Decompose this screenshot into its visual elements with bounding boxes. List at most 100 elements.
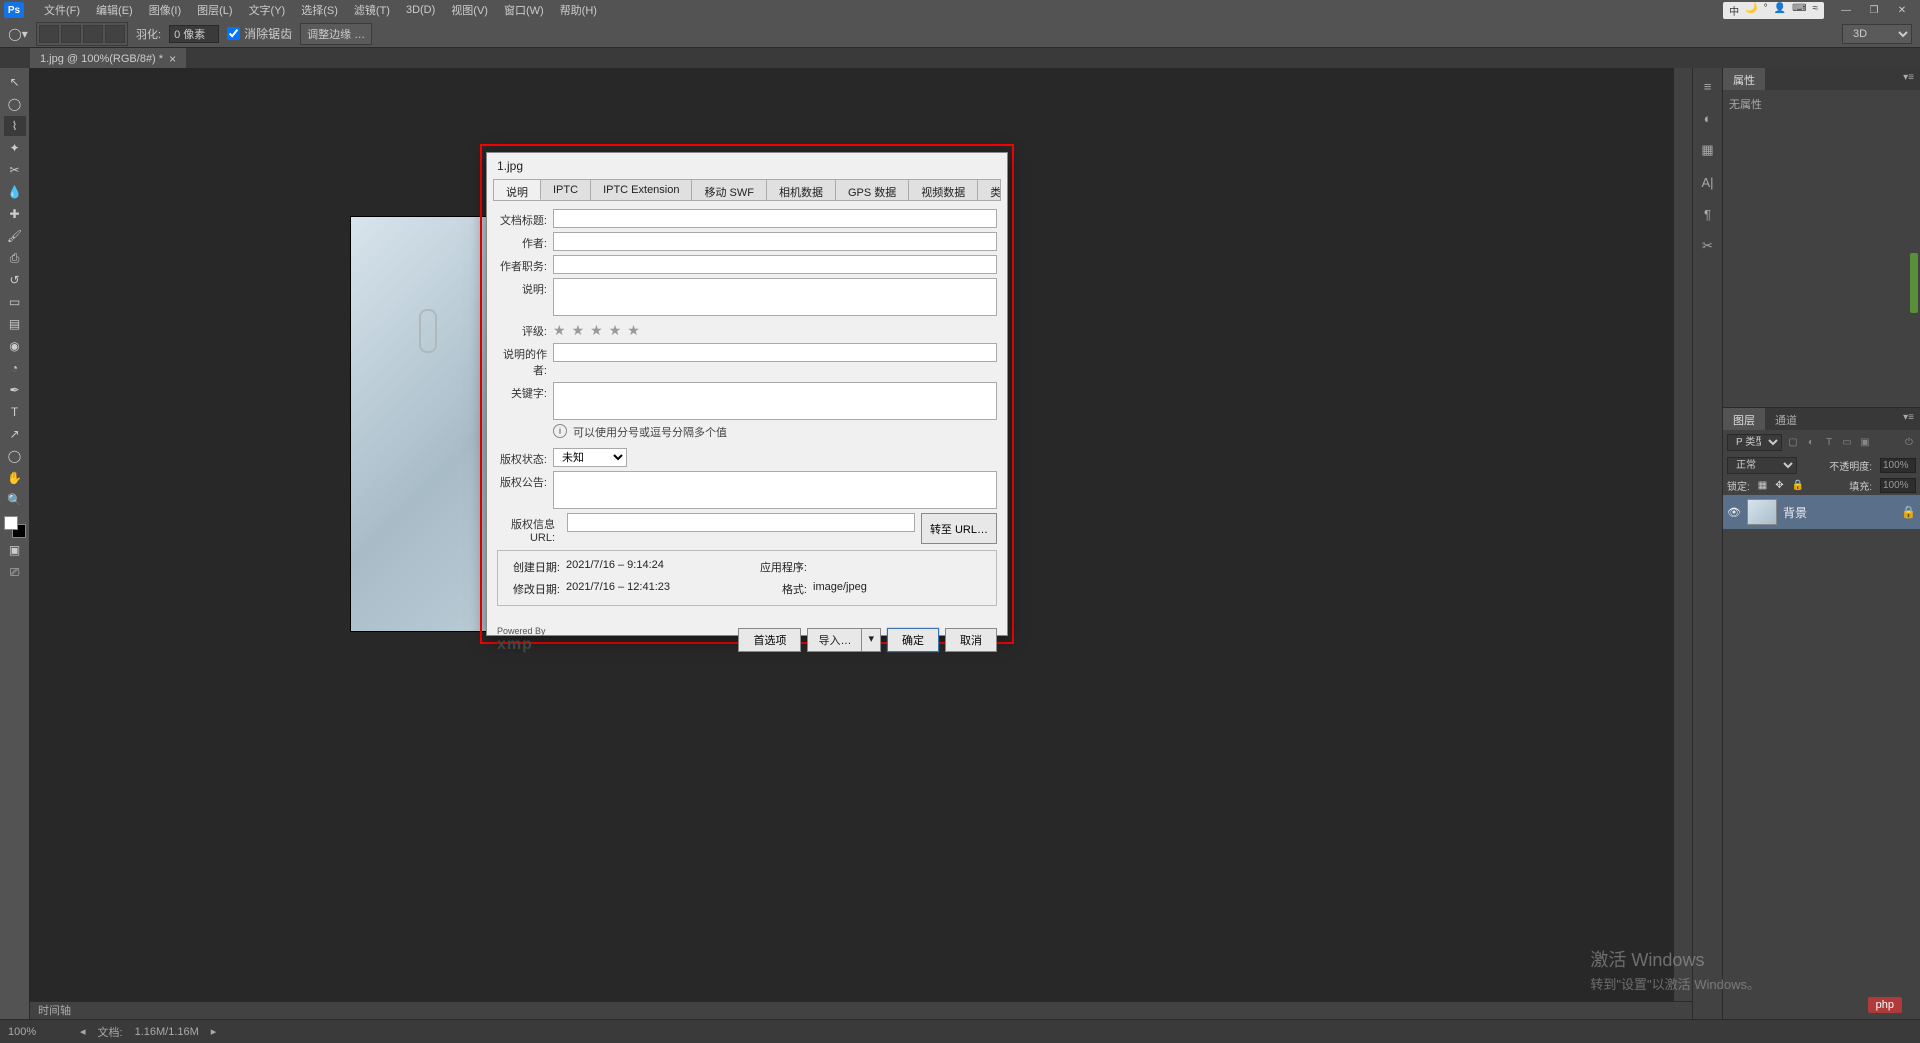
lasso-tool-icon[interactable]: ◯▾ (8, 24, 28, 44)
menu-help[interactable]: 帮助(H) (552, 2, 605, 18)
styles-panel-icon[interactable]: ▦ (1698, 140, 1718, 160)
doc-title-input[interactable] (553, 209, 997, 228)
close-button[interactable]: ✕ (1888, 0, 1916, 20)
foreground-color-swatch[interactable] (4, 516, 18, 530)
blend-mode-select[interactable]: 正常 (1727, 457, 1797, 474)
pen-tool-icon[interactable]: ✒ (4, 380, 26, 400)
ok-button[interactable]: 确定 (887, 628, 939, 652)
character-panel-icon[interactable]: A| (1698, 172, 1718, 192)
tab-iptc-ext[interactable]: IPTC Extension (591, 180, 692, 200)
ime-indicator[interactable]: 中 🌙 ° 👤 ⌨ ≈ (1723, 2, 1824, 19)
tab-camera[interactable]: 相机数据 (767, 180, 836, 200)
menu-window[interactable]: 窗口(W) (496, 2, 552, 18)
quickmask-icon[interactable]: ▣ (4, 540, 26, 560)
tool-presets-icon[interactable]: ✂ (1698, 236, 1718, 256)
dodge-tool-icon[interactable]: ◔ (4, 358, 26, 378)
marquee-tool-icon[interactable]: ◯ (4, 94, 26, 114)
layer-filter-select[interactable]: P 类型 (1727, 434, 1782, 451)
blur-tool-icon[interactable]: ◉ (4, 336, 26, 356)
layer-thumbnail[interactable] (1747, 499, 1777, 525)
play-icon[interactable]: ▸ (211, 1025, 217, 1038)
tab-more[interactable]: 类! (978, 180, 1001, 200)
star-icon[interactable]: ★ (590, 322, 603, 339)
menu-filter[interactable]: 滤镜(T) (346, 2, 398, 18)
tab-layers[interactable]: 图层 (1723, 408, 1765, 430)
menu-select[interactable]: 选择(S) (293, 2, 346, 18)
move-tool-icon[interactable]: ↖ (4, 72, 26, 92)
eyedropper-tool-icon[interactable]: 💧 (4, 182, 26, 202)
panel-menu-icon[interactable]: ▾≡ (1897, 68, 1920, 90)
tab-gps[interactable]: GPS 数据 (836, 180, 909, 200)
timeline-panel[interactable]: 时间轴 (30, 1001, 1692, 1019)
eraser-tool-icon[interactable]: ▭ (4, 292, 26, 312)
selection-subtract-button[interactable] (83, 25, 103, 43)
healing-tool-icon[interactable]: ✚ (4, 204, 26, 224)
chevron-down-icon[interactable]: ▾ (862, 628, 881, 652)
selection-intersect-button[interactable] (105, 25, 125, 43)
shape-tool-icon[interactable]: ◯ (4, 446, 26, 466)
lock-all-icon[interactable]: 🔒 (1792, 480, 1804, 491)
keywords-input[interactable] (553, 382, 997, 420)
zoom-level[interactable]: 100% (8, 1026, 68, 1038)
menu-file[interactable]: 文件(F) (36, 2, 88, 18)
copyright-url-input[interactable] (567, 513, 915, 532)
lock-pixels-icon[interactable]: ▦ (1758, 480, 1767, 491)
filter-smart-icon[interactable]: ▣ (1858, 436, 1872, 450)
tab-description[interactable]: 说明 (494, 180, 541, 200)
layers-panel-menu-icon[interactable]: ▾≡ (1897, 408, 1920, 430)
tab-properties[interactable]: 属性 (1723, 68, 1765, 90)
selection-new-button[interactable] (39, 25, 59, 43)
lock-position-icon[interactable]: ✥ (1775, 480, 1783, 491)
menu-view[interactable]: 视图(V) (443, 2, 496, 18)
workspace-select[interactable]: 3D (1842, 24, 1912, 44)
preferences-button[interactable]: 首选项 (738, 628, 801, 652)
menu-edit[interactable]: 编辑(E) (88, 2, 141, 18)
fill-value[interactable]: 100% (1880, 478, 1916, 493)
cancel-button[interactable]: 取消 (945, 628, 997, 652)
menu-image[interactable]: 图像(I) (141, 2, 189, 18)
minimize-button[interactable]: — (1832, 0, 1860, 20)
selection-add-button[interactable] (61, 25, 81, 43)
wand-tool-icon[interactable]: ✦ (4, 138, 26, 158)
feather-input[interactable] (169, 25, 219, 43)
import-button[interactable]: 导入… (807, 628, 862, 652)
desc-author-input[interactable] (553, 343, 997, 362)
gradient-tool-icon[interactable]: ▤ (4, 314, 26, 334)
paragraph-panel-icon[interactable]: ¶ (1698, 204, 1718, 224)
filter-adjust-icon[interactable]: ◐ (1804, 436, 1818, 450)
tab-channels[interactable]: 通道 (1765, 408, 1807, 430)
menu-layer[interactable]: 图层(L) (189, 2, 240, 18)
tab-swf[interactable]: 移动 SWF (692, 180, 767, 200)
visibility-icon[interactable]: 👁 (1727, 506, 1741, 519)
tab-iptc[interactable]: IPTC (541, 180, 591, 200)
tab-video[interactable]: 视频数据 (909, 180, 978, 200)
lasso-tool-icon[interactable]: ⌇ (4, 116, 26, 136)
zoom-tool-icon[interactable]: 🔍 (4, 490, 26, 510)
adjustments-panel-icon[interactable]: ◐ (1698, 108, 1718, 128)
filter-type-icon[interactable]: T (1822, 436, 1836, 450)
filter-image-icon[interactable]: ▢ (1786, 436, 1800, 450)
antialias-checkbox[interactable]: 消除锯齿 (227, 25, 292, 42)
color-swatches[interactable] (4, 516, 26, 538)
collapse-icon[interactable]: ◂ (80, 1025, 86, 1038)
history-brush-tool-icon[interactable]: ↺ (4, 270, 26, 290)
vertical-scrollbar[interactable] (1674, 68, 1692, 1001)
close-icon[interactable]: × (169, 52, 176, 66)
description-input[interactable] (553, 278, 997, 316)
author-title-input[interactable] (553, 255, 997, 274)
type-tool-icon[interactable]: T (4, 402, 26, 422)
document-tab[interactable]: 1.jpg @ 100%(RGB/8#) * × (30, 47, 186, 70)
opacity-value[interactable]: 100% (1880, 458, 1916, 473)
import-split-button[interactable]: 导入… ▾ (807, 628, 881, 652)
hand-tool-icon[interactable]: ✋ (4, 468, 26, 488)
star-icon[interactable]: ★ (572, 322, 585, 339)
stamp-tool-icon[interactable]: ⎙ (4, 248, 26, 268)
star-icon[interactable]: ★ (627, 322, 640, 339)
copyright-status-select[interactable]: 未知 (553, 448, 627, 467)
history-panel-icon[interactable]: ≡ (1698, 76, 1718, 96)
antialias-input[interactable] (227, 27, 240, 40)
crop-tool-icon[interactable]: ✂ (4, 160, 26, 180)
panel-slider-icon[interactable] (1910, 253, 1918, 313)
filter-toggle-icon[interactable]: ⏻ (1902, 436, 1916, 450)
screenmode-icon[interactable]: ⎚ (4, 562, 26, 582)
